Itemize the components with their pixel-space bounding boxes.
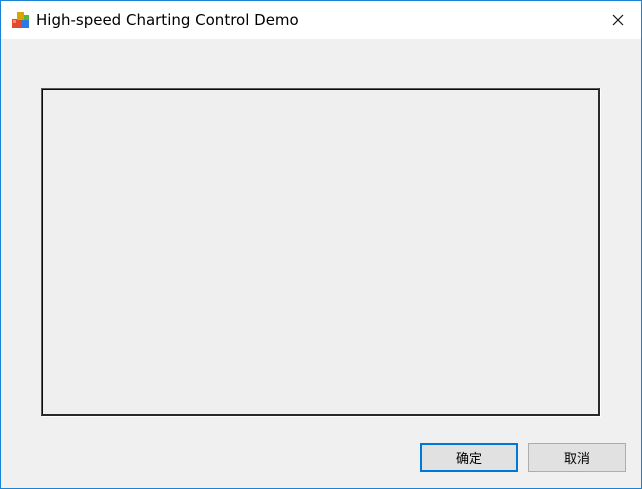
chart-control[interactable]	[41, 88, 600, 416]
close-icon	[612, 11, 624, 30]
title-bar[interactable]: High-speed Charting Control Demo	[1, 1, 641, 39]
dialog-window: High-speed Charting Control Demo 确定 取消	[0, 0, 642, 489]
app-icon	[11, 10, 31, 30]
window-title: High-speed Charting Control Demo	[36, 11, 299, 29]
ok-button[interactable]: 确定	[420, 443, 518, 472]
close-button[interactable]	[595, 1, 641, 39]
cancel-button[interactable]: 取消	[528, 443, 626, 472]
